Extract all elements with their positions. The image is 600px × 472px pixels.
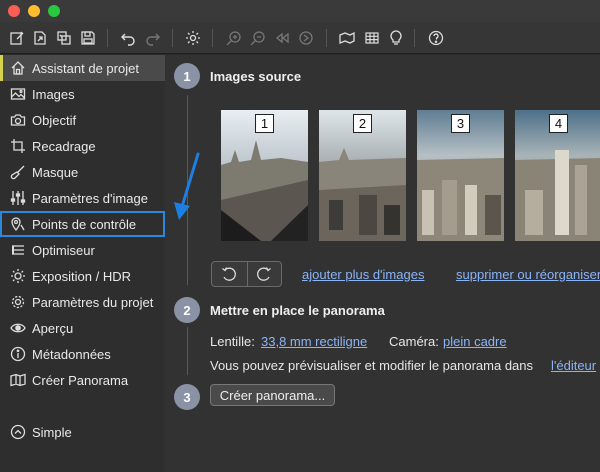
annotation-arrow xyxy=(174,152,200,220)
step-connector xyxy=(187,327,188,375)
step-2-title: Mettre en place le panorama xyxy=(210,303,385,318)
gear-icon xyxy=(9,293,27,311)
thumbnail-1[interactable]: 1 xyxy=(221,110,308,241)
step-3-badge: 3 xyxy=(174,384,200,410)
rotate-button-group xyxy=(211,261,282,287)
sidebar-item-label: Exposition / HDR xyxy=(32,268,131,284)
sidebar-item-metadata[interactable]: Métadonnées xyxy=(0,341,165,367)
preview-text: Vous pouvez prévisualiser et modifier le… xyxy=(210,358,534,373)
sidebar-item-project-settings[interactable]: Paramètres du projet xyxy=(0,289,165,315)
sidebar-item-label: Recadrage xyxy=(32,138,96,154)
lens-label: Lentille: xyxy=(210,334,255,349)
editor-link[interactable]: l'éditeur xyxy=(551,358,596,373)
sidebar-item-control-points[interactable]: Points de contrôle xyxy=(0,211,165,237)
create-panorama-button[interactable]: Créer panorama... xyxy=(210,384,335,406)
open-images-icon[interactable] xyxy=(54,28,74,48)
crop-icon xyxy=(9,137,27,155)
thumbnail-number: 1 xyxy=(255,114,274,133)
step-1-title: Images source xyxy=(210,69,302,84)
rotate-left-button[interactable] xyxy=(212,262,247,286)
title-bar xyxy=(0,0,600,22)
settings-icon[interactable] xyxy=(183,28,203,48)
camera-setting-link[interactable]: plein cadre xyxy=(443,334,507,349)
sidebar-item-label: Masque xyxy=(32,164,79,180)
panorama-icon xyxy=(9,371,27,389)
remove-reorder-images-link[interactable]: supprimer ou réorganiser xyxy=(456,267,600,282)
thumbnail-3[interactable]: 3 xyxy=(417,110,504,241)
minimize-window-button[interactable] xyxy=(28,5,40,17)
project-assistant-panel: 1 Images source 1 2 3 4 ajouter plus d'i… xyxy=(165,55,600,472)
sliders-icon xyxy=(9,189,27,207)
sidebar-item-optimizer[interactable]: Optimiseur xyxy=(0,237,165,263)
toolbar xyxy=(0,22,600,54)
sidebar-item-create-panorama[interactable]: Créer Panorama xyxy=(0,367,165,393)
sidebar-item-label: Aperçu xyxy=(32,320,74,336)
camera-label: Caméra: xyxy=(389,334,439,349)
home-icon xyxy=(9,59,27,77)
simple-mode-toggle[interactable]: Simple xyxy=(0,419,165,445)
sidebar-item-images[interactable]: Images xyxy=(0,81,165,107)
open-project-icon[interactable] xyxy=(30,28,50,48)
simple-mode-label: Simple xyxy=(32,424,72,440)
sidebar: Assistant de projet Images Objectif Reca… xyxy=(0,55,165,472)
sidebar-item-mask[interactable]: Masque xyxy=(0,159,165,185)
sidebar-item-label: Optimiseur xyxy=(32,242,95,258)
grid-icon[interactable] xyxy=(362,28,382,48)
info-icon xyxy=(9,345,27,363)
sidebar-item-label: Métadonnées xyxy=(32,346,111,362)
sidebar-item-label: Points de contrôle xyxy=(32,216,137,232)
thumbnail-2[interactable]: 2 xyxy=(319,110,406,241)
sidebar-item-label: Paramètres d'image xyxy=(32,190,148,206)
sidebar-item-label: Paramètres du projet xyxy=(32,294,154,310)
camera-icon xyxy=(9,111,27,129)
map-pin-icon xyxy=(9,215,27,233)
sidebar-item-label: Objectif xyxy=(32,112,77,128)
sidebar-item-label: Créer Panorama xyxy=(32,372,129,388)
save-icon[interactable] xyxy=(78,28,98,48)
thumbnail-number: 2 xyxy=(353,114,372,133)
close-window-button[interactable] xyxy=(8,5,20,17)
redo-icon[interactable] xyxy=(143,28,163,48)
brush-icon xyxy=(9,163,27,181)
sidebar-item-project-assistant[interactable]: Assistant de projet xyxy=(0,55,165,81)
sidebar-item-label: Images xyxy=(32,86,75,102)
thumbnail-4[interactable]: 4 xyxy=(515,110,600,241)
maximize-window-button[interactable] xyxy=(48,5,60,17)
zoom-in-icon[interactable] xyxy=(224,28,244,48)
zoom-out-icon[interactable] xyxy=(248,28,268,48)
sidebar-item-crop[interactable]: Recadrage xyxy=(0,133,165,159)
chevron-up-circle-icon xyxy=(9,423,27,441)
stitch-panorama-icon[interactable] xyxy=(337,28,357,48)
sidebar-item-lens[interactable]: Objectif xyxy=(0,107,165,133)
optimizer-icon xyxy=(9,241,27,259)
sidebar-item-label: Assistant de projet xyxy=(32,60,139,76)
stitch-icon[interactable] xyxy=(296,28,316,48)
sidebar-item-exposure-hdr[interactable]: Exposition / HDR xyxy=(0,263,165,289)
sidebar-item-image-params[interactable]: Paramètres d'image xyxy=(0,185,165,211)
thumbnail-number: 3 xyxy=(451,114,470,133)
eye-icon xyxy=(9,319,27,337)
sun-icon xyxy=(9,267,27,285)
sidebar-item-preview[interactable]: Aperçu xyxy=(0,315,165,341)
thumbnail-number: 4 xyxy=(549,114,568,133)
image-icon xyxy=(9,85,27,103)
step-2-badge: 2 xyxy=(174,297,200,323)
add-images-link[interactable]: ajouter plus d'images xyxy=(302,267,424,282)
help-icon[interactable] xyxy=(426,28,446,48)
lens-setting-link[interactable]: 33,8 mm rectiligne xyxy=(261,334,367,349)
step-1-badge: 1 xyxy=(174,63,200,89)
rotate-right-button[interactable] xyxy=(246,262,282,286)
new-project-icon[interactable] xyxy=(7,28,27,48)
lightbulb-icon[interactable] xyxy=(386,28,406,48)
rewind-icon[interactable] xyxy=(272,28,292,48)
undo-icon[interactable] xyxy=(118,28,138,48)
